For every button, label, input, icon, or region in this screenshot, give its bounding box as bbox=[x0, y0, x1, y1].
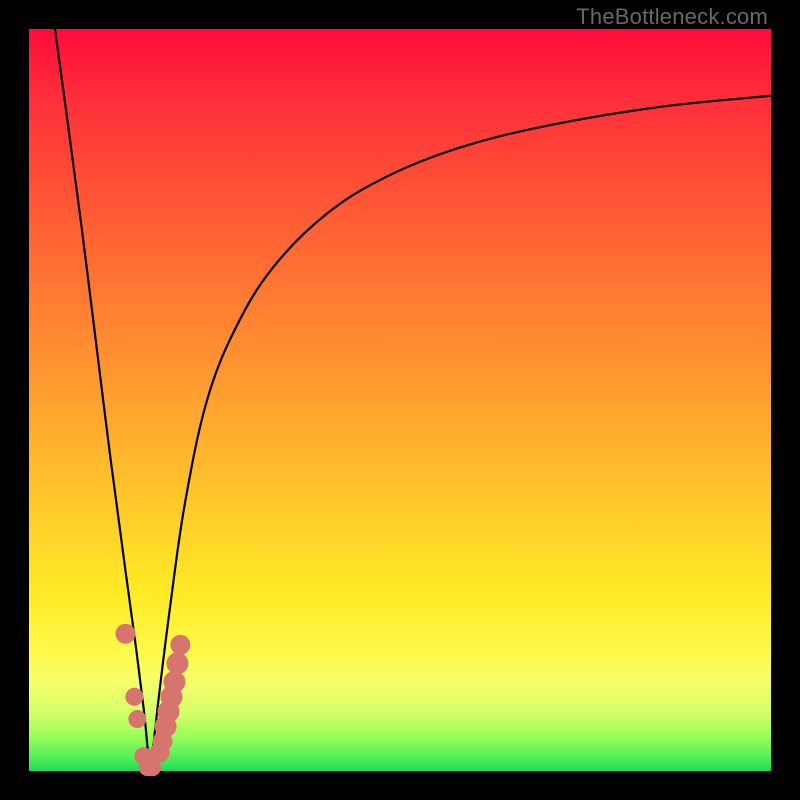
curve-right-branch bbox=[151, 96, 771, 771]
marker-dot bbox=[128, 710, 146, 728]
marker-dot bbox=[125, 688, 143, 706]
marker-dot bbox=[166, 652, 188, 674]
marker-cluster bbox=[115, 624, 190, 777]
curve-layer bbox=[29, 29, 771, 771]
curve-left-branch bbox=[55, 29, 151, 771]
marker-dot bbox=[163, 671, 185, 693]
plot-area bbox=[29, 29, 771, 771]
marker-dot bbox=[115, 624, 135, 644]
marker-dot bbox=[170, 635, 190, 655]
chart-frame: TheBottleneck.com bbox=[0, 0, 800, 800]
watermark-text: TheBottleneck.com bbox=[576, 4, 768, 30]
